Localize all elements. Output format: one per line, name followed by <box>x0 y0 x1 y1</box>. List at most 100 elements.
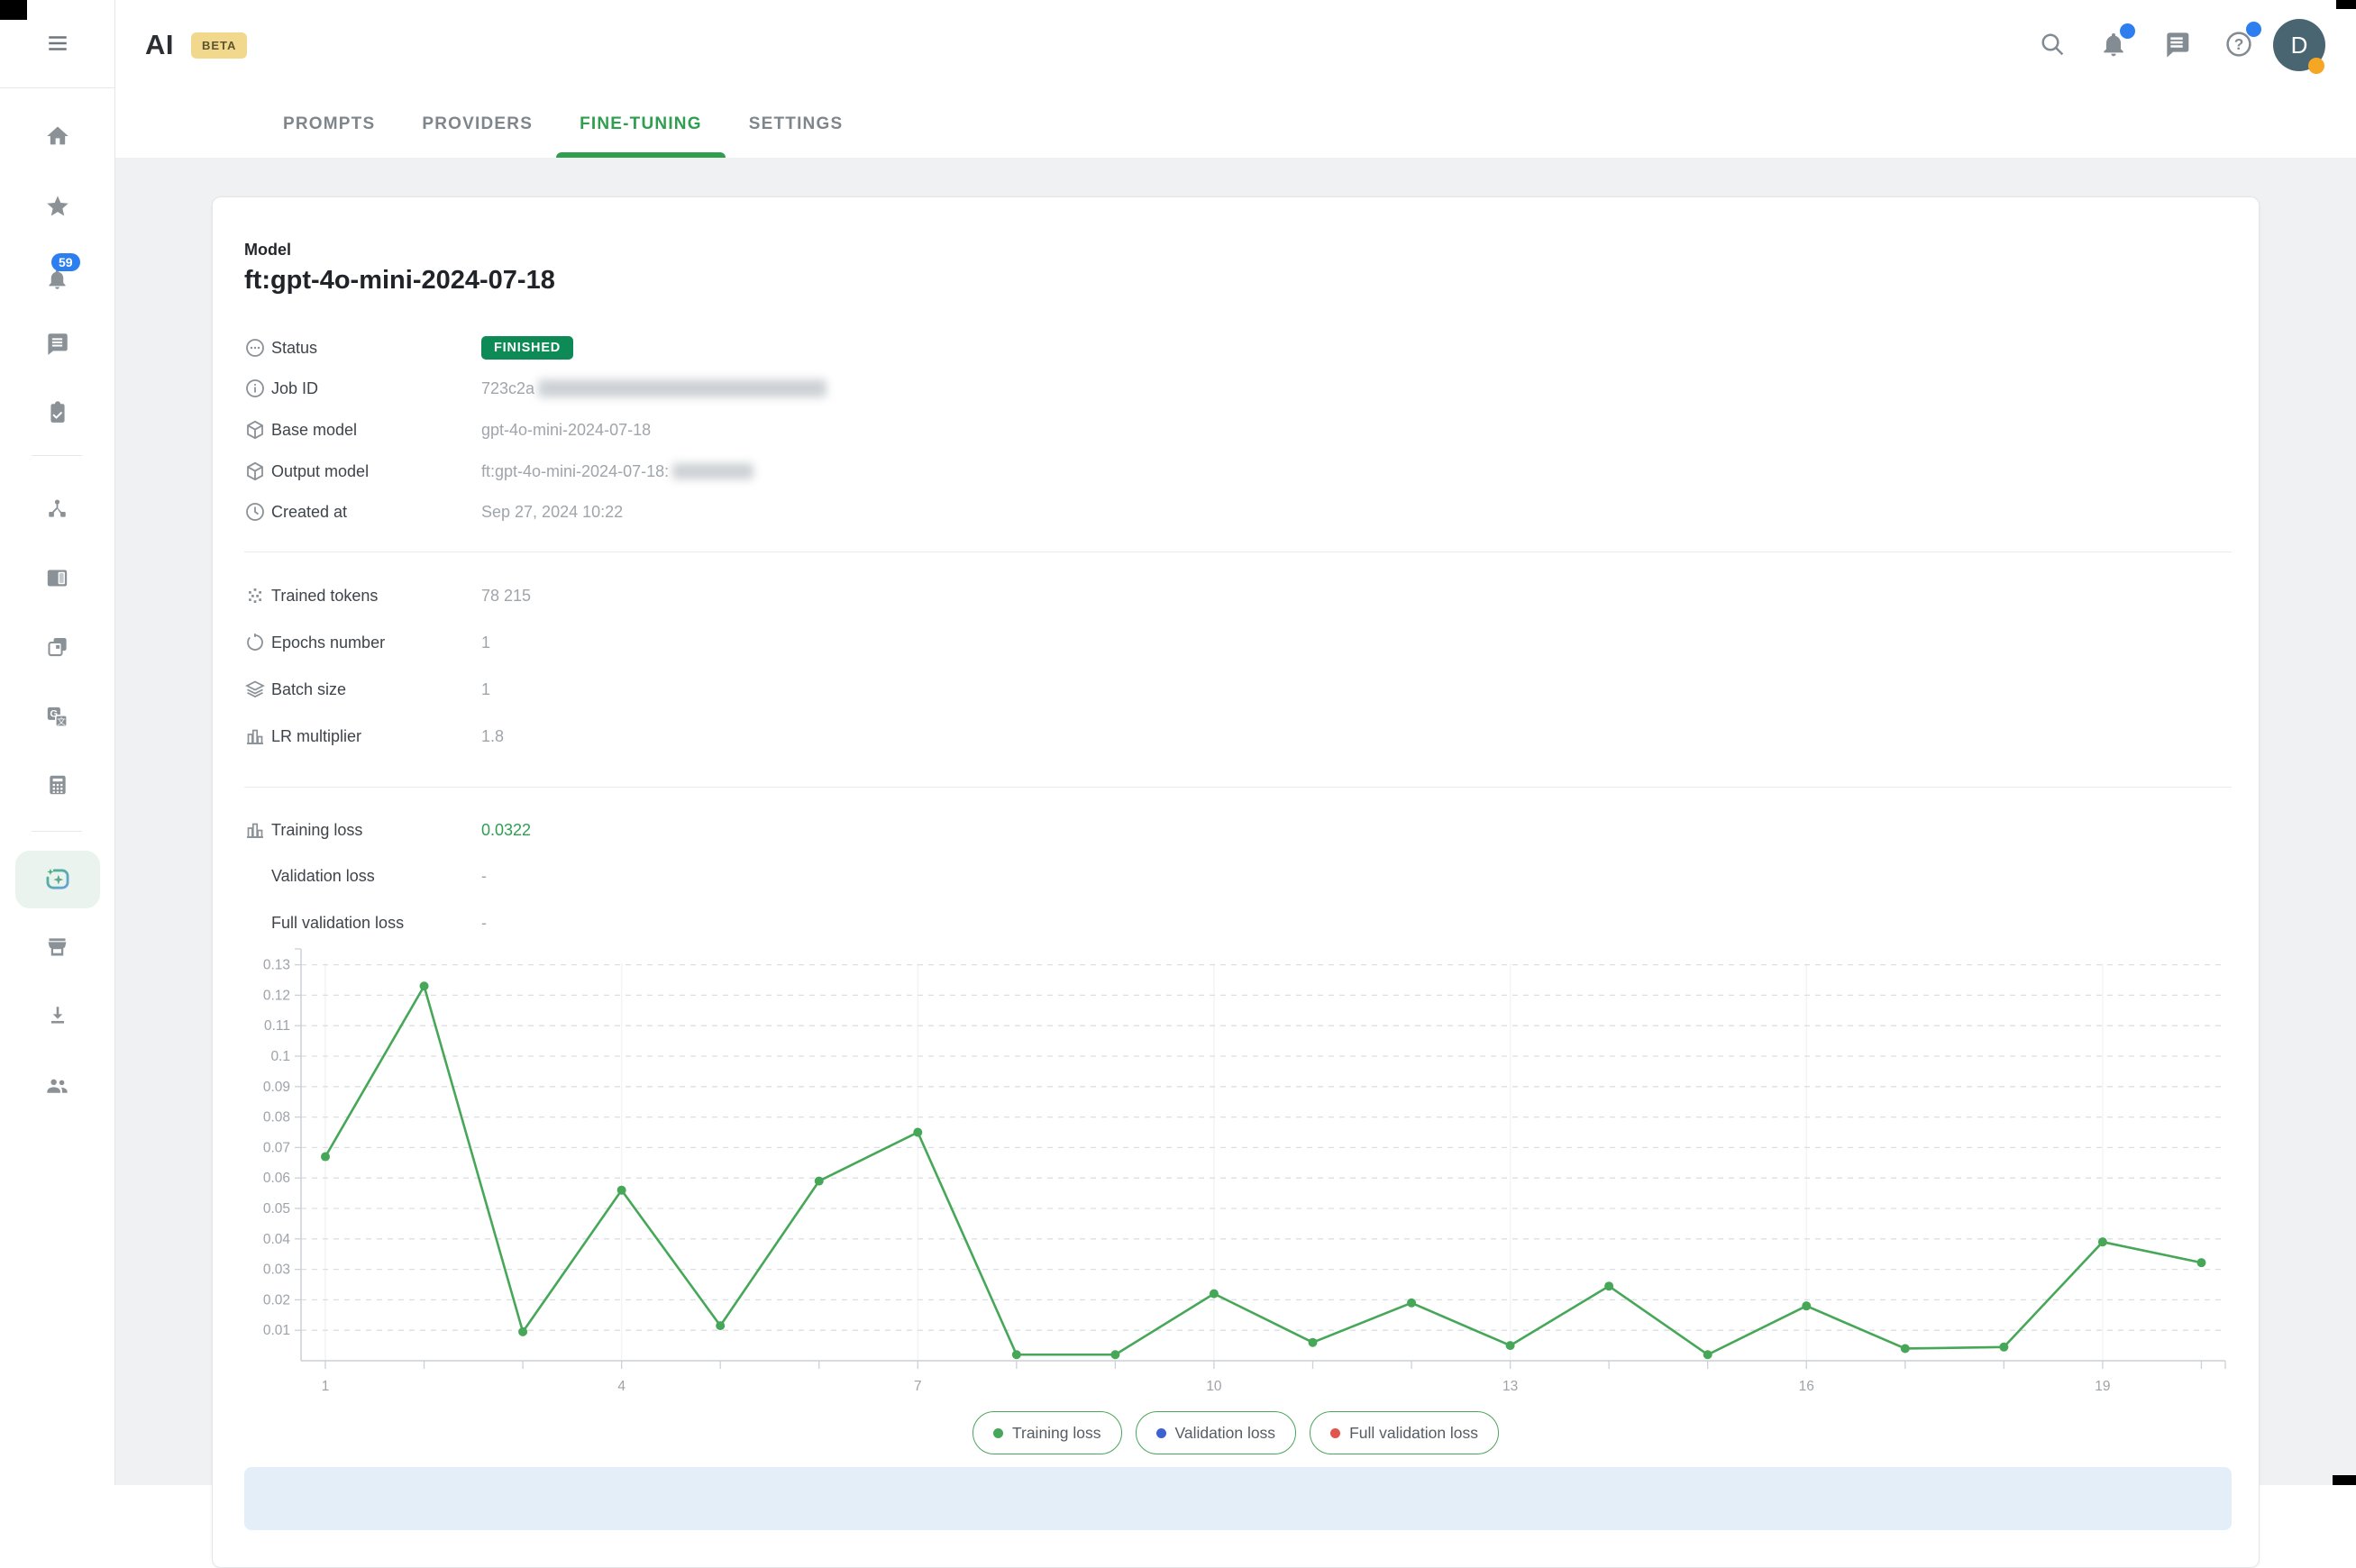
svg-text:1: 1 <box>322 1379 330 1394</box>
legend-pill-training-loss[interactable]: Training loss <box>973 1411 1122 1454</box>
lr-multiplier-label: LR multiplier <box>271 727 481 746</box>
sidebar-item-collections[interactable] <box>0 634 114 659</box>
screenshot-artifact <box>2336 0 2356 9</box>
avatar-status-dot <box>2308 58 2324 74</box>
output-model-value: ft:gpt-4o-mini-2024-07-18: <box>481 462 669 481</box>
epochs-label: Epochs number <box>271 634 481 652</box>
search-icon[interactable] <box>2038 30 2067 59</box>
rotate-icon <box>244 631 271 654</box>
svg-text:0.13: 0.13 <box>263 958 290 973</box>
legend-pill-full-validation-loss[interactable]: Full validation loss <box>1310 1411 1499 1454</box>
sidebar-item-users[interactable] <box>0 1072 114 1099</box>
svg-text:4: 4 <box>617 1379 626 1394</box>
detail-row-base-model: Base model gpt-4o-mini-2024-07-18 <box>244 409 651 451</box>
legend-label: Full validation loss <box>1349 1424 1478 1443</box>
chat-icon[interactable] <box>2162 30 2191 59</box>
cube-icon <box>244 460 271 483</box>
sidebar-item-workflows[interactable] <box>0 497 114 522</box>
model-section-label: Model <box>244 241 291 260</box>
divider <box>32 455 82 456</box>
batch-size-label: Batch size <box>271 680 481 699</box>
job-id-value: 723c2a <box>481 379 534 398</box>
training-loss-dot <box>993 1428 1003 1438</box>
sidebar-item-ai-fine-tuning[interactable] <box>15 851 100 908</box>
svg-text:文: 文 <box>57 716 66 727</box>
validation-loss-value: - <box>481 867 487 886</box>
clock-icon <box>244 500 271 524</box>
info-banner <box>244 1467 2232 1530</box>
svg-text:0.05: 0.05 <box>263 1201 290 1217</box>
created-at-value: Sep 27, 2024 10:22 <box>481 503 623 522</box>
bar-chart-icon <box>244 725 271 748</box>
divider <box>0 87 114 88</box>
tab-settings[interactable]: SETTINGS <box>726 90 867 158</box>
beta-badge: BETA <box>191 32 247 59</box>
notification-dot <box>2120 23 2135 39</box>
sidebar: 59 G文 <box>0 0 115 1485</box>
tab-prompts[interactable]: PROMPTS <box>260 90 398 158</box>
status-label: Status <box>271 339 481 358</box>
detail-row-output-model: Output model ft:gpt-4o-mini-2024-07-18: <box>244 451 753 492</box>
full-validation-loss-label: Full validation loss <box>271 914 481 933</box>
svg-text:0.07: 0.07 <box>263 1140 290 1155</box>
sidebar-item-calculator[interactable] <box>0 773 114 797</box>
job-id-label: Job ID <box>271 379 481 398</box>
svg-text:0.09: 0.09 <box>263 1080 290 1095</box>
training-loss-value: 0.0322 <box>481 821 531 840</box>
tab-fine-tuning[interactable]: FINE-TUNING <box>556 90 726 158</box>
legend-pill-validation-loss[interactable]: Validation loss <box>1136 1411 1297 1454</box>
svg-text:7: 7 <box>914 1379 922 1394</box>
base-model-label: Base model <box>271 421 481 440</box>
trained-tokens-value: 78 215 <box>481 587 531 606</box>
divider <box>244 787 2232 788</box>
sidebar-item-panels[interactable] <box>0 566 114 590</box>
sidebar-item-home[interactable] <box>0 123 114 149</box>
training-loss-label: Training loss <box>271 821 481 840</box>
menu-icon[interactable] <box>0 32 114 55</box>
svg-text:13: 13 <box>1502 1379 1518 1394</box>
legend-label: Validation loss <box>1175 1424 1276 1443</box>
divider <box>32 831 82 832</box>
content-area: Model ft:gpt-4o-mini-2024-07-18 Status F… <box>114 158 2356 1485</box>
bar-chart-icon <box>244 818 271 842</box>
sidebar-item-favorites[interactable] <box>0 194 114 219</box>
sidebar-item-downloads[interactable] <box>0 1004 114 1027</box>
cube-icon <box>244 418 271 442</box>
topbar: AI BETA PROMPTS PROVIDERS FINE-TUNING SE… <box>114 0 2356 158</box>
svg-text:0.08: 0.08 <box>263 1110 290 1126</box>
tab-providers[interactable]: PROVIDERS <box>398 90 556 158</box>
output-model-redacted <box>672 463 753 479</box>
detail-row-created-at: Created at Sep 27, 2024 10:22 <box>244 491 623 533</box>
notification-count-badge: 59 <box>51 253 80 271</box>
sidebar-item-chat[interactable] <box>0 332 114 356</box>
param-row-lr-multiplier: LR multiplier 1.8 <box>244 716 504 757</box>
svg-text:0.1: 0.1 <box>270 1049 290 1064</box>
full-validation-loss-dot <box>1330 1428 1340 1438</box>
screenshot-artifact <box>0 0 27 20</box>
svg-text:0.03: 0.03 <box>263 1263 290 1278</box>
legend-label: Training loss <box>1012 1424 1101 1443</box>
ai-sparkle-icon <box>42 864 73 895</box>
svg-text:?: ? <box>2234 35 2244 53</box>
loss-row-validation: Validation loss - <box>244 855 487 897</box>
status-icon <box>244 336 271 360</box>
svg-text:16: 16 <box>1799 1379 1814 1394</box>
svg-text:0.06: 0.06 <box>263 1171 290 1186</box>
info-icon <box>244 377 271 400</box>
sidebar-item-tasks[interactable] <box>0 401 114 424</box>
loss-row-training: Training loss 0.0322 <box>244 809 531 851</box>
param-row-trained-tokens: Trained tokens 78 215 <box>244 575 531 616</box>
sidebar-item-translate[interactable]: G文 <box>0 705 114 729</box>
validation-loss-label: Validation loss <box>271 867 481 886</box>
help-notification-dot <box>2246 22 2261 37</box>
epochs-value: 1 <box>481 634 490 652</box>
lr-multiplier-value: 1.8 <box>481 727 504 746</box>
svg-text:19: 19 <box>2095 1379 2110 1394</box>
layers-icon <box>244 678 271 701</box>
svg-text:0.01: 0.01 <box>263 1323 290 1338</box>
param-row-epochs: Epochs number 1 <box>244 622 490 663</box>
sidebar-item-store[interactable] <box>0 935 114 960</box>
status-badge: FINISHED <box>481 336 573 360</box>
app-logo: AI <box>145 29 174 61</box>
job-id-redacted <box>538 379 826 397</box>
